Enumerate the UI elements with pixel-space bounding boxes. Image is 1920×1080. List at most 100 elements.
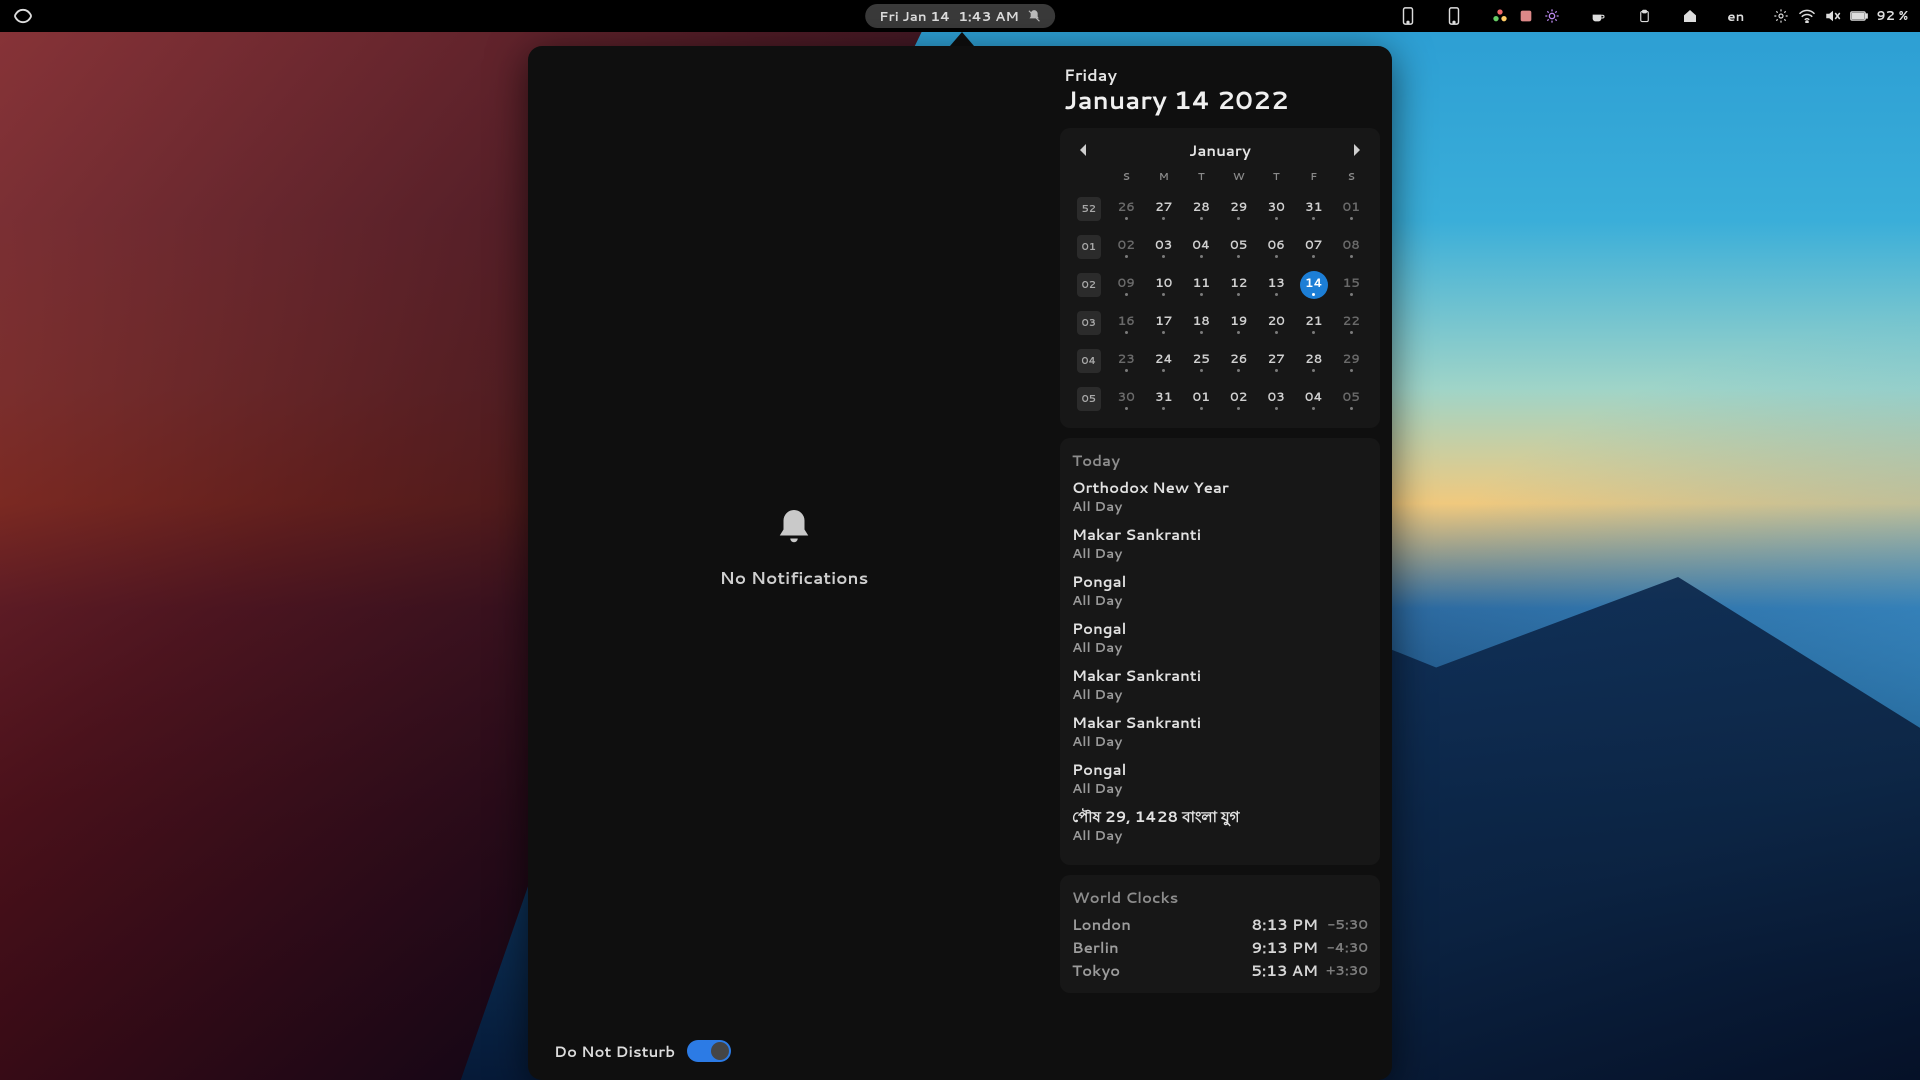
calendar-day[interactable]: 06 — [1258, 228, 1296, 266]
calendar-day[interactable]: 28 — [1295, 342, 1333, 380]
calendar-day-header: W — [1220, 169, 1258, 190]
panel-pointer — [950, 32, 974, 46]
tray-extension-icon[interactable] — [1681, 7, 1699, 25]
world-clock-offset: -4:30 — [1318, 938, 1368, 957]
calendar-day[interactable]: 26 — [1108, 190, 1146, 228]
event-title: Orthodox New Year — [1072, 479, 1368, 497]
calendar-week-number: 01 — [1070, 228, 1108, 266]
calendar-day[interactable]: 20 — [1258, 304, 1296, 342]
event-subtitle: All Day — [1072, 779, 1368, 798]
tray-app3-icon[interactable] — [1543, 7, 1561, 25]
clock-time: 1:43 AM — [958, 7, 1019, 26]
tray-phone1-icon[interactable] — [1399, 7, 1417, 25]
calendar-day[interactable]: 05 — [1333, 380, 1371, 418]
tray-app1-icon[interactable] — [1491, 7, 1509, 25]
calendar-day[interactable]: 21 — [1295, 304, 1333, 342]
calendar-day[interactable]: 25 — [1183, 342, 1221, 380]
do-not-disturb-toggle[interactable] — [687, 1040, 731, 1062]
calendar-day-header: M — [1145, 169, 1183, 190]
calendar-day[interactable]: 12 — [1220, 266, 1258, 304]
calendar-day[interactable]: 02 — [1220, 380, 1258, 418]
event-item[interactable]: PongalAll Day — [1072, 573, 1368, 610]
calendar-day[interactable]: 03 — [1145, 228, 1183, 266]
bell-icon — [776, 508, 812, 554]
world-clock-row: Berlin9:13 PM-4:30 — [1072, 937, 1368, 958]
calendar-day[interactable]: 01 — [1183, 380, 1221, 418]
date-header: Friday January 14 2022 — [1060, 62, 1380, 118]
event-item[interactable]: Orthodox New YearAll Day — [1072, 479, 1368, 516]
calendar-day[interactable]: 31 — [1145, 380, 1183, 418]
calendar-day[interactable]: 29 — [1220, 190, 1258, 228]
battery-icon[interactable] — [1850, 7, 1868, 25]
calendar-day[interactable]: 23 — [1108, 342, 1146, 380]
calendar-day[interactable]: 09 — [1108, 266, 1146, 304]
calendar-day[interactable]: 17 — [1145, 304, 1183, 342]
world-clocks-card[interactable]: World Clocks London8:13 PM-5:30Berlin9:1… — [1060, 875, 1380, 993]
calendar-week-number: 03 — [1070, 304, 1108, 342]
event-item[interactable]: Makar SankrantiAll Day — [1072, 526, 1368, 563]
event-subtitle: All Day — [1072, 685, 1368, 704]
world-clock-time: 9:13 PM — [1238, 937, 1318, 958]
clock-button[interactable]: Fri Jan 14 1:43 AM — [865, 4, 1055, 28]
input-language-indicator[interactable]: en — [1727, 7, 1744, 26]
world-clock-row: London8:13 PM-5:30 — [1072, 914, 1368, 935]
event-item[interactable]: Makar SankrantiAll Day — [1072, 714, 1368, 751]
event-item[interactable]: Makar SankrantiAll Day — [1072, 667, 1368, 704]
calendar-day[interactable]: 19 — [1220, 304, 1258, 342]
calendar-day-header: S — [1108, 169, 1146, 190]
event-title: Pongal — [1072, 573, 1368, 591]
events-title: Today — [1072, 450, 1368, 471]
settings-gear-icon[interactable] — [1772, 7, 1790, 25]
event-subtitle: All Day — [1072, 497, 1368, 516]
next-month-button[interactable] — [1348, 141, 1366, 159]
event-item[interactable]: PongalAll Day — [1072, 620, 1368, 657]
world-clock-time: 5:13 AM — [1238, 960, 1318, 981]
activities-logo-icon[interactable] — [12, 5, 34, 27]
calendar-week-number: 05 — [1070, 380, 1108, 418]
calendar-day[interactable]: 16 — [1108, 304, 1146, 342]
calendar-day[interactable]: 30 — [1258, 190, 1296, 228]
calendar-day[interactable]: 13 — [1258, 266, 1296, 304]
volume-muted-icon[interactable] — [1824, 7, 1842, 25]
calendar-day[interactable]: 03 — [1258, 380, 1296, 418]
prev-month-button[interactable] — [1074, 141, 1092, 159]
calendar-day[interactable]: 28 — [1183, 190, 1221, 228]
event-item[interactable]: PongalAll Day — [1072, 761, 1368, 798]
calendar-day[interactable]: 07 — [1295, 228, 1333, 266]
tray-app2-icon[interactable] — [1517, 7, 1535, 25]
calendar-day[interactable]: 24 — [1145, 342, 1183, 380]
tray-clipboard-icon[interactable] — [1635, 7, 1653, 25]
calendar-day[interactable]: 10 — [1145, 266, 1183, 304]
tray-phone2-icon[interactable] — [1445, 7, 1463, 25]
wifi-icon[interactable] — [1798, 7, 1816, 25]
month-label: January — [1189, 140, 1251, 161]
calendar-day[interactable]: 04 — [1295, 380, 1333, 418]
world-clock-city: Berlin — [1072, 937, 1238, 958]
notifications-column: No Notifications Do Not Disturb — [540, 62, 1048, 1062]
calendar-day[interactable]: 31 — [1295, 190, 1333, 228]
tray-caffeine-icon[interactable] — [1589, 7, 1607, 25]
calendar-day[interactable]: 01 — [1333, 190, 1371, 228]
calendar-grid: SMTWTFS 52262728293031010102030405060708… — [1070, 169, 1370, 418]
calendar-day[interactable]: 27 — [1258, 342, 1296, 380]
world-clock-time: 8:13 PM — [1238, 914, 1318, 935]
world-clocks-title: World Clocks — [1072, 887, 1368, 908]
calendar-day[interactable]: 15 — [1333, 266, 1371, 304]
calendar-week-number: 04 — [1070, 342, 1108, 380]
world-clock-city: London — [1072, 914, 1238, 935]
calendar-day[interactable]: 04 — [1183, 228, 1221, 266]
event-title: Makar Sankranti — [1072, 667, 1368, 685]
calendar-day[interactable]: 05 — [1220, 228, 1258, 266]
calendar-day[interactable]: 02 — [1108, 228, 1146, 266]
notifications-empty-state: No Notifications — [540, 62, 1048, 1036]
calendar-day[interactable]: 26 — [1220, 342, 1258, 380]
calendar-day[interactable]: 11 — [1183, 266, 1221, 304]
calendar-day[interactable]: 08 — [1333, 228, 1371, 266]
calendar-day[interactable]: 30 — [1108, 380, 1146, 418]
event-item[interactable]: পৌষ 29, 1428 বাংলা যুগAll Day — [1072, 808, 1368, 845]
calendar-day[interactable]: 29 — [1333, 342, 1371, 380]
calendar-day[interactable]: 22 — [1333, 304, 1371, 342]
calendar-day[interactable]: 14 — [1295, 266, 1333, 304]
calendar-day[interactable]: 27 — [1145, 190, 1183, 228]
calendar-day[interactable]: 18 — [1183, 304, 1221, 342]
